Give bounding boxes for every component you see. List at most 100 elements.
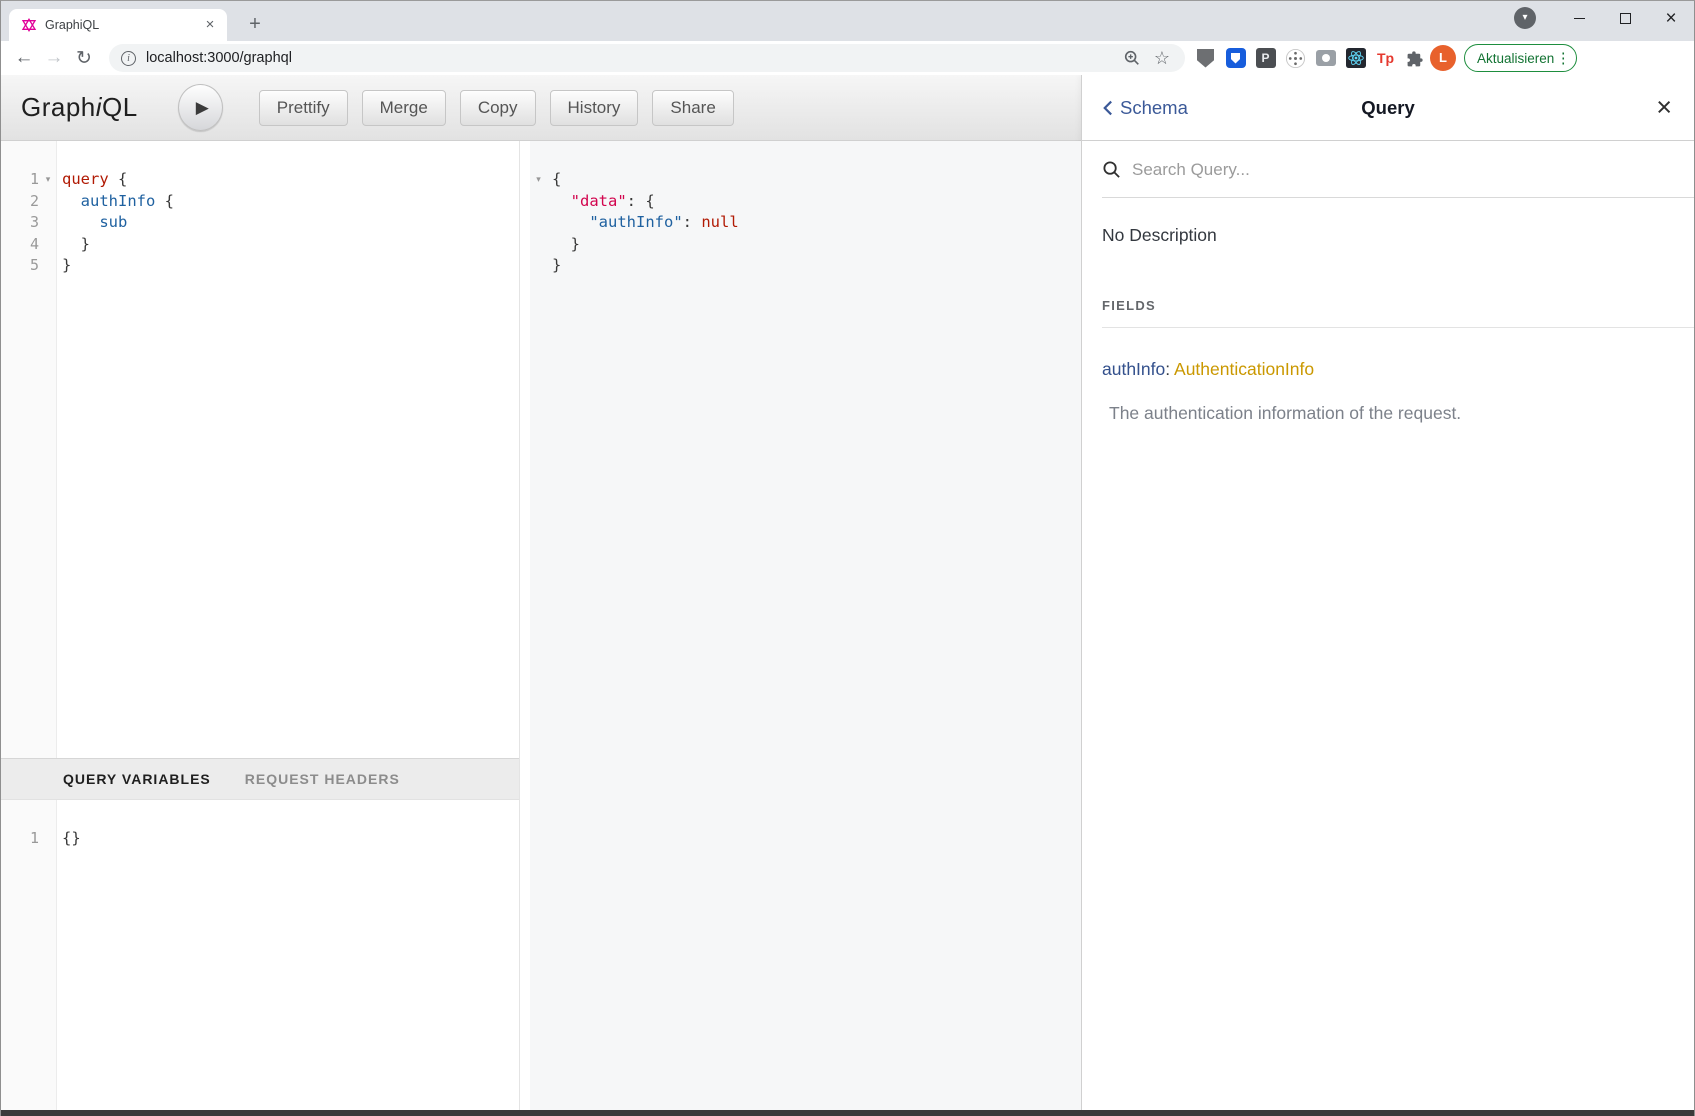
url-text[interactable]: localhost:3000/graphql — [146, 50, 1123, 66]
bookmark-star-icon[interactable]: ☆ — [1149, 48, 1175, 69]
fold-spacer — [39, 191, 57, 213]
execute-query-button[interactable]: ▶ — [178, 84, 223, 131]
window-minimize-button[interactable] — [1556, 3, 1602, 33]
code-line[interactable]: "authInfo": null — [530, 212, 1081, 234]
fold-spacer — [530, 255, 547, 277]
toolbar-button-copy[interactable]: Copy — [460, 90, 536, 126]
toolbar-button-share[interactable]: Share — [652, 90, 733, 126]
fold-spacer — [39, 255, 57, 277]
tab-request-headers[interactable]: REQUEST HEADERS — [245, 771, 400, 787]
minimize-icon — [1574, 18, 1585, 19]
field-row: authInfo: AuthenticationInfo — [1102, 359, 1674, 380]
browser-tab[interactable]: GraphiQL × — [9, 9, 227, 41]
code-line[interactable]: ▾{ — [530, 169, 1081, 191]
doc-close-icon[interactable]: × — [1656, 94, 1672, 121]
code-text: "authInfo": null — [552, 212, 739, 234]
dots-circle-extension-icon[interactable] — [1285, 48, 1306, 69]
camera-extension-icon[interactable] — [1315, 48, 1336, 69]
result-viewer[interactable]: ▾{ "data": { "authInfo": null }} — [530, 141, 1081, 1110]
bitwarden-shield-icon[interactable] — [1225, 48, 1246, 69]
graphql-favicon-icon — [21, 17, 37, 33]
fold-arrow-icon[interactable]: ▾ — [530, 169, 547, 191]
code-line[interactable]: } — [530, 234, 1081, 256]
doc-explorer-header: Schema Query × — [1082, 75, 1694, 141]
code-text: } — [62, 234, 90, 256]
fold-spacer — [530, 212, 547, 234]
code-text: { — [552, 169, 561, 191]
toolbar-button-prettify[interactable]: Prettify — [259, 90, 348, 126]
line-number: 3 — [1, 212, 39, 234]
graphiql-app: GraphiQL ▶ Prettify Merge Copy History Share… — [1, 75, 1081, 1110]
line-number: 1 — [1, 828, 39, 850]
code-text: } — [552, 234, 580, 256]
chrome-status-chevron-icon[interactable]: ▾ — [1514, 7, 1536, 29]
code-line[interactable]: 3 sub — [1, 212, 519, 234]
query-variables-editor[interactable]: 1 {} — [1, 800, 519, 1110]
doc-explorer: Schema Query × No Description FIELDS aut… — [1081, 75, 1694, 1110]
ublock-shield-icon[interactable] — [1195, 48, 1216, 69]
fold-spacer — [39, 212, 57, 234]
code-line[interactable]: 1 {} — [1, 828, 519, 850]
code-text: {} — [62, 828, 81, 850]
play-icon: ▶ — [196, 98, 209, 118]
fold-spacer — [39, 828, 57, 850]
line-number: 4 — [1, 234, 39, 256]
zoom-icon[interactable] — [1123, 49, 1149, 67]
address-bar[interactable]: i localhost:3000/graphql ☆ — [109, 44, 1185, 72]
line-number: 1 — [1, 169, 39, 191]
search-icon — [1102, 160, 1121, 179]
doc-body: No Description FIELDS authInfo: Authenti… — [1082, 198, 1694, 1110]
tab-close-icon[interactable]: × — [201, 16, 219, 34]
code-text: sub — [62, 212, 127, 234]
type-name-link[interactable]: AuthenticationInfo — [1174, 359, 1314, 379]
extensions-puzzle-icon[interactable] — [1405, 48, 1426, 69]
update-chip-button[interactable]: Aktualisieren ⋮ — [1464, 44, 1577, 72]
toolbar-button-history[interactable]: History — [550, 90, 639, 126]
toolbar-button-merge[interactable]: Merge — [362, 90, 446, 126]
update-chip-label: Aktualisieren — [1477, 51, 1554, 66]
site-info-icon[interactable]: i — [121, 51, 136, 66]
field-description: The authentication information of the re… — [1109, 403, 1674, 424]
variables-editor-lines: 1 {} — [1, 828, 519, 850]
code-line[interactable]: 4 } — [1, 234, 519, 256]
fields-heading: FIELDS — [1102, 298, 1674, 313]
profile-avatar[interactable]: L — [1430, 45, 1456, 71]
new-tab-button[interactable]: + — [241, 11, 269, 39]
line-number: 5 — [1, 255, 39, 277]
code-line[interactable]: 2 authInfo { — [1, 191, 519, 213]
kebab-menu-icon[interactable]: ⋮ — [1554, 49, 1572, 67]
variables-tabs: QUERY VARIABLES REQUEST HEADERS — [1, 758, 519, 800]
tp-extension-icon[interactable]: Tp — [1375, 48, 1396, 69]
code-text: query { — [62, 169, 127, 191]
back-button[interactable]: ← — [9, 47, 39, 69]
react-devtools-icon[interactable] — [1345, 48, 1366, 69]
maximize-icon — [1620, 13, 1631, 24]
reload-button[interactable]: ↻ — [69, 47, 99, 70]
browser-window: GraphiQL × + ▾ × ← → ↻ i localhost:3000/… — [0, 0, 1695, 1116]
window-close-button[interactable]: × — [1648, 3, 1694, 33]
fold-arrow-icon[interactable]: ▾ — [39, 169, 57, 191]
line-number: 2 — [1, 191, 39, 213]
code-line[interactable]: } — [530, 255, 1081, 277]
doc-title: Query — [1082, 97, 1694, 119]
doc-search-input[interactable] — [1132, 160, 1552, 180]
editor-drag-divider[interactable] — [520, 141, 530, 1110]
taskbar-edge — [1, 1110, 1694, 1116]
shield-icon — [1226, 48, 1246, 68]
close-icon: × — [1665, 9, 1676, 28]
p-extension-icon[interactable]: P — [1255, 48, 1276, 69]
fold-spacer — [530, 234, 547, 256]
tab-query-variables[interactable]: QUERY VARIABLES — [63, 771, 211, 787]
query-pane: 1▾query {2 authInfo {3 sub4 }5} QUERY VA… — [1, 141, 520, 1110]
fold-spacer — [39, 234, 57, 256]
code-text: "data": { — [552, 191, 655, 213]
result-viewer-lines: ▾{ "data": { "authInfo": null }} — [530, 169, 1081, 277]
code-line[interactable]: "data": { — [530, 191, 1081, 213]
code-line[interactable]: 1▾query { — [1, 169, 519, 191]
field-name-link[interactable]: authInfo — [1102, 359, 1165, 379]
doc-search-row — [1082, 141, 1694, 198]
graphiql-logo: GraphiQL — [21, 92, 138, 123]
code-line[interactable]: 5} — [1, 255, 519, 277]
window-maximize-button[interactable] — [1602, 3, 1648, 33]
query-editor[interactable]: 1▾query {2 authInfo {3 sub4 }5} — [1, 141, 519, 758]
